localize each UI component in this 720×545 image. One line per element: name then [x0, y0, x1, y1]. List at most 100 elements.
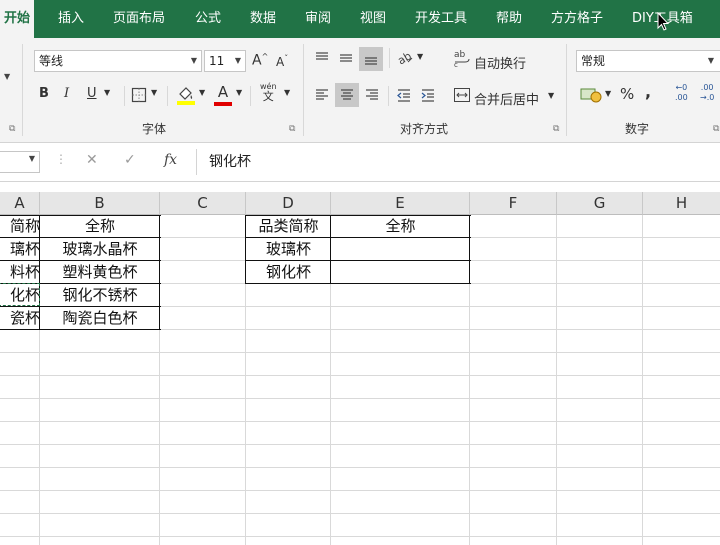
accounting-format-icon[interactable]: [580, 85, 602, 103]
chevron-down-icon[interactable]: ▼: [548, 91, 554, 100]
svg-text:ab: ab: [454, 50, 466, 60]
font-dialog-launcher-icon[interactable]: ⧉: [289, 124, 295, 134]
cell-b3[interactable]: 塑料黄色杯: [40, 261, 160, 283]
tab-fangfang[interactable]: 方方格子: [551, 0, 603, 38]
chevron-down-icon[interactable]: ▼: [151, 88, 157, 97]
table-border: [330, 215, 331, 284]
font-size-combo[interactable]: 11 ▼: [204, 50, 246, 72]
copy-marquee: [0, 283, 40, 306]
chevron-down-icon[interactable]: ▼: [417, 52, 423, 61]
cell-d3[interactable]: 钢化杯: [246, 261, 331, 283]
chevron-down-icon[interactable]: ▼: [4, 72, 10, 81]
column-header-d[interactable]: D: [246, 192, 331, 215]
cell-a3[interactable]: 料杯: [0, 261, 40, 283]
underline-button[interactable]: U: [87, 86, 97, 101]
chevron-down-icon[interactable]: ▼: [29, 154, 35, 163]
merge-center-button[interactable]: 合并后居中: [474, 89, 539, 108]
cell-b1[interactable]: 全称: [40, 215, 160, 237]
cell-e3[interactable]: [331, 261, 470, 283]
bold-button[interactable]: B: [39, 86, 49, 101]
number-dialog-launcher-icon[interactable]: ⧉: [713, 124, 719, 134]
cell-b4[interactable]: 钢化不锈杯: [40, 284, 160, 306]
cell-d2[interactable]: 玻璃杯: [246, 238, 331, 260]
grow-font-button[interactable]: A^: [252, 52, 268, 69]
align-center-button[interactable]: [335, 83, 359, 107]
divider: [388, 86, 389, 106]
number-format-combo[interactable]: 常规 ▼: [576, 50, 720, 72]
cell-e1[interactable]: 全称: [331, 215, 470, 237]
font-color-icon[interactable]: A: [214, 83, 232, 106]
divider: [167, 86, 168, 106]
phonetic-guide-button[interactable]: wén 文: [260, 82, 277, 102]
align-left-icon[interactable]: [314, 87, 330, 103]
align-bottom-button[interactable]: [359, 47, 383, 71]
insert-function-button[interactable]: fx: [164, 152, 177, 168]
decrease-decimal-button[interactable]: .00 →.0: [700, 83, 714, 103]
column-header-b[interactable]: B: [40, 192, 160, 215]
tab-review[interactable]: 审阅: [305, 0, 331, 38]
column-header-c[interactable]: C: [160, 192, 246, 215]
tab-view[interactable]: 视图: [360, 0, 386, 38]
divider: [250, 86, 251, 106]
more-options-icon[interactable]: ⋮: [55, 152, 67, 166]
tab-help[interactable]: 帮助: [496, 0, 522, 38]
increase-decimal-button[interactable]: ←0.00: [675, 83, 688, 103]
tab-developer[interactable]: 开发工具: [415, 0, 467, 38]
tab-formulas[interactable]: 公式: [195, 0, 221, 38]
column-header-a[interactable]: A: [0, 192, 40, 215]
shrink-font-button[interactable]: Aˇ: [276, 54, 288, 69]
column-header-f[interactable]: F: [470, 192, 557, 215]
chevron-down-icon: ▼: [234, 56, 241, 65]
chevron-down-icon[interactable]: ▼: [236, 88, 242, 97]
cell-a5[interactable]: 瓷杯: [0, 307, 40, 329]
cell-grid[interactable]: 简称 全称 璃杯 玻璃水晶杯 料杯 塑料黄色杯 化杯 钢化不锈杯 瓷杯 陶瓷白色…: [0, 215, 720, 545]
column-header-h[interactable]: H: [643, 192, 720, 215]
chevron-down-icon[interactable]: ▼: [199, 88, 205, 97]
decrease-indent-icon[interactable]: [396, 87, 412, 103]
tab-data[interactable]: 数据: [250, 0, 276, 38]
chevron-down-icon[interactable]: ▼: [605, 89, 611, 98]
enter-icon[interactable]: ✓: [124, 152, 136, 168]
borders-icon[interactable]: [131, 87, 147, 103]
cell-d1[interactable]: 品类简称: [246, 215, 331, 237]
align-top-icon[interactable]: [314, 50, 330, 66]
wrap-text-button[interactable]: 自动换行: [474, 53, 526, 72]
number-group-label: 数字: [625, 122, 650, 136]
cancel-icon[interactable]: ✕: [86, 152, 98, 168]
align-middle-icon[interactable]: [338, 50, 354, 66]
formula-input[interactable]: 钢化杯: [196, 149, 720, 175]
font-name-combo[interactable]: 等线 ▼: [34, 50, 202, 72]
font-size-value: 11: [209, 54, 225, 68]
align-bottom-icon: [365, 57, 377, 65]
chevron-down-icon[interactable]: ▼: [104, 88, 110, 97]
align-right-icon[interactable]: [364, 87, 380, 103]
cell-e2[interactable]: [331, 238, 470, 260]
increase-decimal-label: .00: [675, 93, 688, 102]
percent-style-button[interactable]: %: [620, 85, 634, 103]
orientation-icon[interactable]: ab: [396, 48, 414, 66]
merge-center-icon[interactable]: [453, 86, 471, 104]
italic-button[interactable]: I: [64, 86, 69, 101]
svg-text:c: c: [454, 61, 458, 68]
caret-up-icon: ^: [261, 52, 269, 61]
cell-b2[interactable]: 玻璃水晶杯: [40, 238, 160, 260]
group-separator: [566, 44, 567, 136]
increase-indent-icon[interactable]: [420, 87, 436, 103]
table-border: [245, 260, 471, 261]
cell-b5[interactable]: 陶瓷白色杯: [40, 307, 160, 329]
alignment-dialog-launcher-icon[interactable]: ⧉: [553, 124, 559, 134]
cell-a2[interactable]: 璃杯: [0, 238, 40, 260]
table-border: [0, 237, 161, 238]
tab-home[interactable]: 开始: [0, 0, 34, 38]
column-header-e[interactable]: E: [331, 192, 470, 215]
cell-a1[interactable]: 简称: [0, 215, 40, 237]
tab-page-layout[interactable]: 页面布局: [113, 0, 165, 38]
comma-style-button[interactable]: ,: [645, 82, 651, 101]
wrap-text-icon[interactable]: abc: [453, 48, 471, 68]
dialog-launcher-icon[interactable]: ⧉: [9, 124, 15, 134]
tab-insert[interactable]: 插入: [58, 0, 84, 38]
fill-color-icon[interactable]: [176, 84, 196, 106]
chevron-down-icon[interactable]: ▼: [284, 88, 290, 97]
column-header-g[interactable]: G: [557, 192, 643, 215]
name-box[interactable]: ▼: [0, 151, 40, 173]
